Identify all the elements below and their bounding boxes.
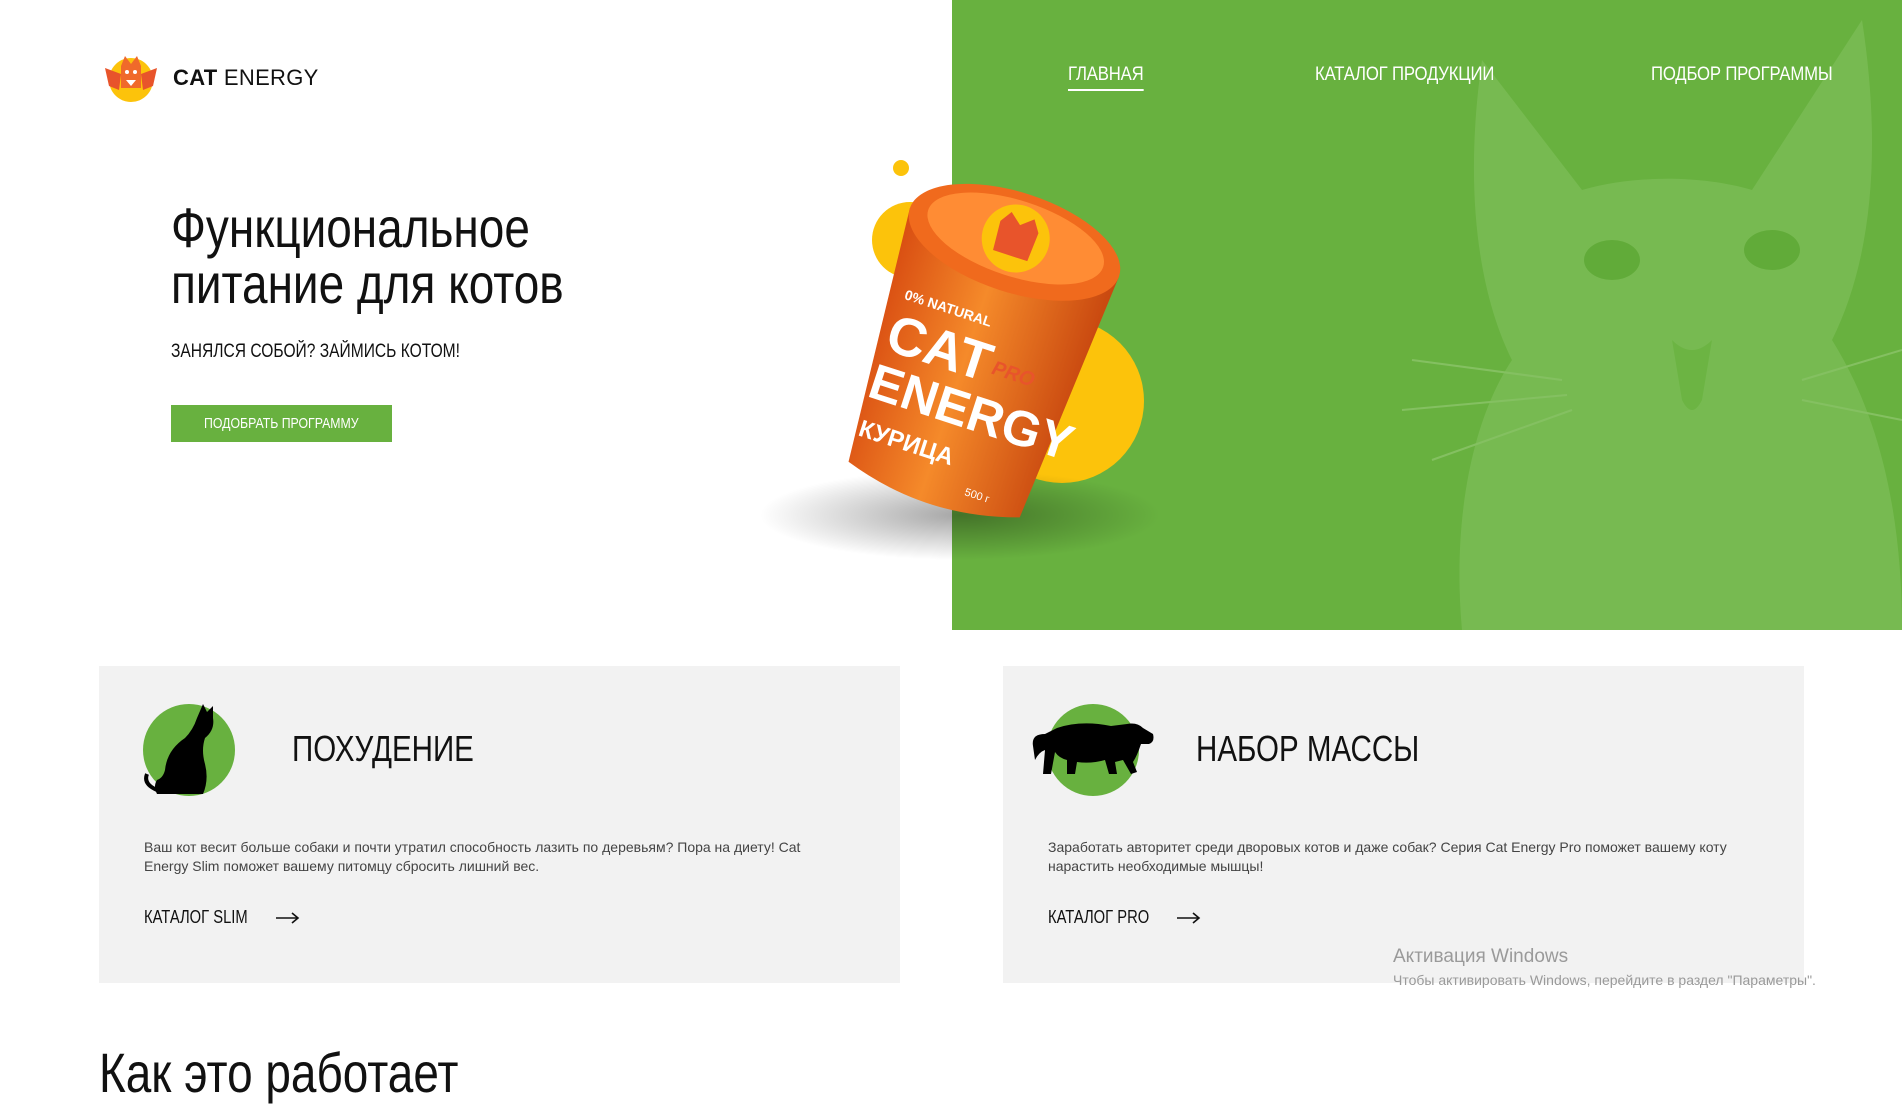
select-program-button-label: ПОДОБРАТЬ ПРОГРАММУ — [204, 415, 359, 432]
card-text-slim: Ваш кот весит больше собаки и почти утра… — [144, 839, 801, 874]
nav-item-home[interactable]: ГЛАВНАЯ — [1068, 64, 1144, 91]
hero-title-line2: питание для котов — [171, 252, 564, 315]
card-title-pro: НАБОР МАССЫ — [1196, 728, 1420, 769]
sitting-cat-icon — [143, 704, 235, 796]
arrow-right-icon — [1177, 911, 1201, 924]
card-title-slim: ПОХУДЕНИЕ — [292, 728, 474, 769]
site-logo[interactable]: CAT ENERGY — [99, 50, 319, 106]
brand-name: CAT ENERGY — [173, 65, 319, 91]
cat-photo — [1401, 20, 1902, 630]
brand-bold: CAT — [173, 65, 218, 90]
nav-item-program[interactable]: ПОДБОР ПРОГРАММЫ — [1651, 64, 1833, 86]
catalog-pro-label: КАТАЛОГ PRO — [1048, 907, 1150, 927]
select-program-button[interactable]: ПОДОБРАТЬ ПРОГРАММУ — [171, 405, 392, 442]
catalog-slim-label: КАТАЛОГ SLIM — [144, 907, 248, 927]
hero-subtitle: ЗАНЯЛСЯ СОБОЙ? ЗАЙМИСЬ КОТОМ! — [171, 341, 460, 362]
panther-icon — [1032, 704, 1154, 796]
watermark-text: Чтобы активировать Windows, перейдите в … — [1393, 972, 1816, 988]
main-nav: ГЛАВНАЯ КАТАЛОГ ПРОДУКЦИИ ПОДБОР ПРОГРАМ… — [952, 64, 1902, 94]
catalog-pro-link[interactable]: КАТАЛОГ PRO — [1048, 907, 1201, 928]
cat-energy-logo-icon — [105, 56, 157, 102]
card-text-pro: Заработать авторитет среди дворовых кото… — [1048, 839, 1727, 874]
arrow-right-icon — [276, 911, 300, 924]
hero-title-line1: Функциональное — [171, 196, 530, 259]
watermark-title: Активация Windows — [1393, 946, 1569, 967]
program-card-pro: НАБОР МАССЫ Заработать авторитет среди д… — [1003, 666, 1804, 983]
brand-light: ENERGY — [223, 65, 319, 90]
catalog-slim-link[interactable]: КАТАЛОГ SLIM — [144, 907, 300, 928]
program-card-slim: ПОХУДЕНИЕ Ваш кот весит больше собаки и … — [99, 666, 900, 983]
how-it-works-title: Как это работает — [99, 1041, 459, 1104]
nav-item-catalog[interactable]: КАТАЛОГ ПРОДУКЦИИ — [1315, 64, 1494, 86]
windows-activation-watermark: Активация Windows Чтобы активировать Win… — [1393, 946, 1816, 988]
product-jar-image: 0% NATURAL CAT PRO ENERGY КУРИЦА 500 г — [760, 160, 1160, 560]
hero-title: Функциональное питание для котов — [171, 200, 564, 312]
